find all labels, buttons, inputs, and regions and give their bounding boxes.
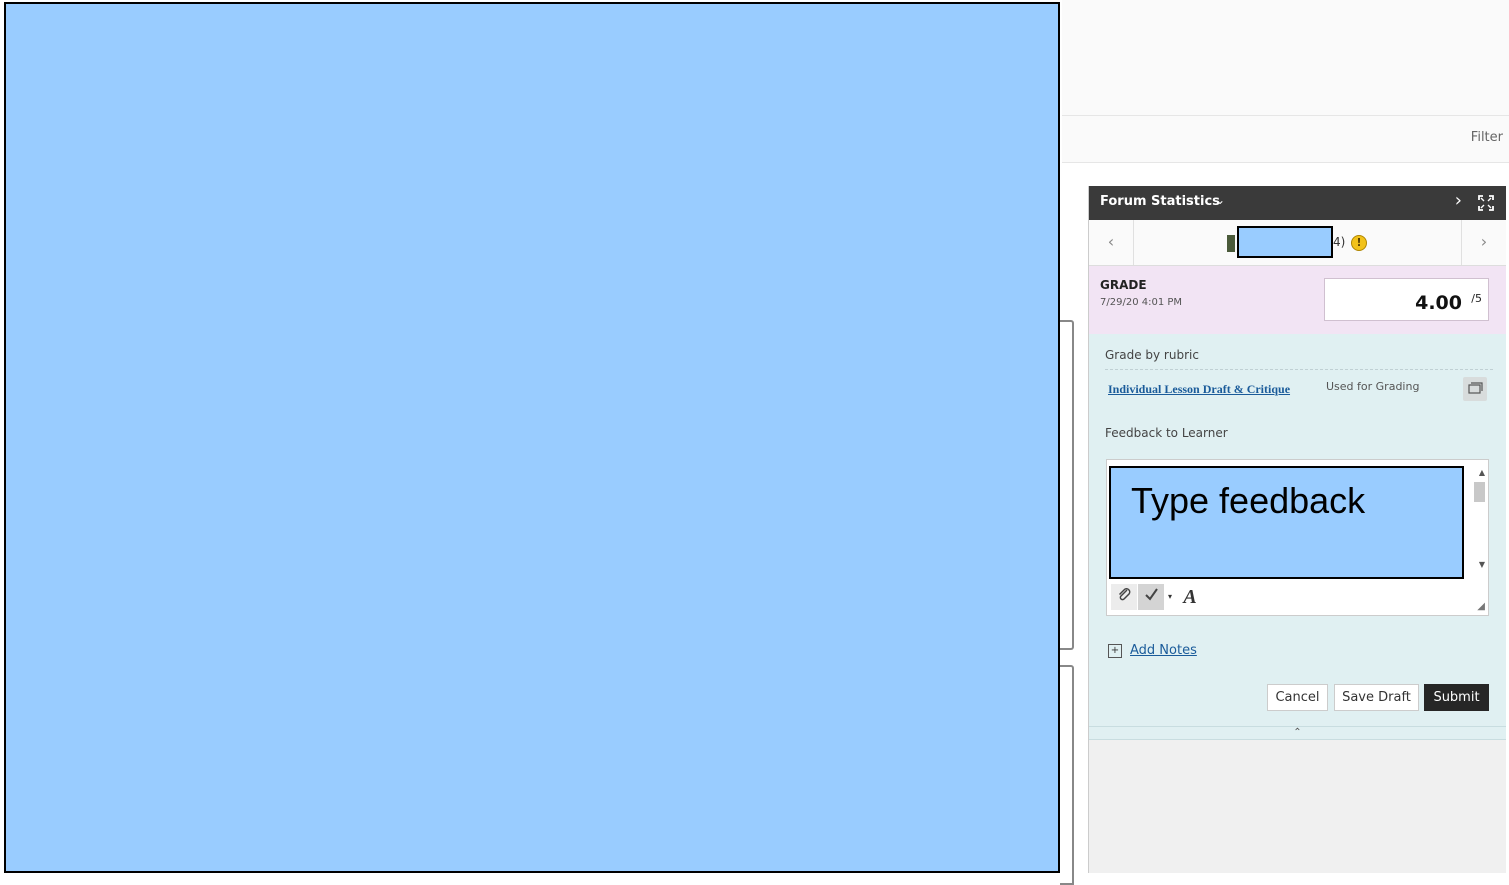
panel-header: Forum Statistics ⌄ › (1089, 186, 1506, 220)
collapse-panel-icon[interactable]: › (1455, 192, 1462, 210)
grade-value: 4.00 (1415, 292, 1462, 314)
scrollbar-thumb[interactable] (1474, 482, 1485, 502)
cancel-button[interactable]: Cancel (1267, 684, 1328, 711)
scroll-up-icon[interactable]: ▲ (1479, 468, 1485, 477)
background-card-edge (1060, 320, 1074, 650)
feedback-heading: Feedback to Learner (1105, 426, 1228, 440)
add-notes-link[interactable]: Add Notes (1130, 643, 1197, 658)
grading-panel: Forum Statistics ⌄ › ‹ 4) ! › GRADE 7/29… (1088, 186, 1506, 873)
redacted-content-area (4, 2, 1060, 873)
grading-body: Grade by rubric Individual Lesson Draft … (1089, 334, 1506, 726)
feedback-placeholder: Type feedback (1131, 480, 1366, 521)
notes-icon: + (1108, 644, 1122, 658)
warning-icon[interactable]: ! (1351, 235, 1367, 251)
save-draft-button[interactable]: Save Draft (1334, 684, 1419, 711)
rubric-used-label: Used for Grading (1326, 380, 1420, 393)
text-format-icon[interactable]: A (1177, 584, 1203, 610)
collapse-section-icon[interactable]: ⌃ (1089, 726, 1506, 740)
rubric-heading: Grade by rubric (1105, 348, 1199, 362)
grade-section: GRADE 7/29/20 4:01 PM 4.00 /5 (1089, 266, 1506, 334)
spellcheck-icon[interactable] (1138, 584, 1164, 610)
filter-bar: Filter (1062, 115, 1509, 163)
divider (1105, 369, 1493, 370)
panel-title-dropdown[interactable]: Forum Statistics (1100, 194, 1220, 209)
top-header-strip (1062, 0, 1509, 115)
filter-link[interactable]: Filter (1471, 130, 1503, 145)
redacted-student-name (1237, 226, 1333, 258)
rubric-link[interactable]: Individual Lesson Draft & Critique (1108, 382, 1290, 397)
expand-icon[interactable] (1478, 195, 1494, 215)
grade-label: GRADE (1100, 278, 1147, 292)
background-card-edge (1060, 665, 1074, 885)
attempt-count: 4) (1333, 235, 1346, 249)
spellcheck-dropdown-icon[interactable]: ▾ (1165, 584, 1175, 610)
submit-button[interactable]: Submit (1424, 684, 1489, 711)
chevron-right-icon[interactable]: › (1461, 220, 1506, 265)
chevron-down-icon[interactable]: ⌄ (1215, 193, 1225, 207)
student-navigation: ‹ 4) ! › (1089, 220, 1506, 266)
resize-handle-icon[interactable]: ◢ (1477, 601, 1485, 612)
avatar (1227, 235, 1235, 252)
chevron-left-icon[interactable]: ‹ (1089, 220, 1134, 265)
paperclip-icon[interactable] (1111, 584, 1137, 610)
open-rubric-icon[interactable] (1463, 377, 1487, 401)
grade-max: /5 (1471, 292, 1482, 305)
grade-input[interactable]: 4.00 /5 (1324, 278, 1489, 321)
feedback-editor: Type feedback ▲ ▼ ▾ A ◢ (1106, 459, 1489, 616)
feedback-textarea[interactable]: Type feedback (1109, 466, 1464, 579)
scroll-down-icon[interactable]: ▼ (1479, 560, 1485, 569)
grade-date: 7/29/20 4:01 PM (1100, 297, 1183, 308)
editor-toolbar: ▾ A (1107, 580, 1488, 616)
